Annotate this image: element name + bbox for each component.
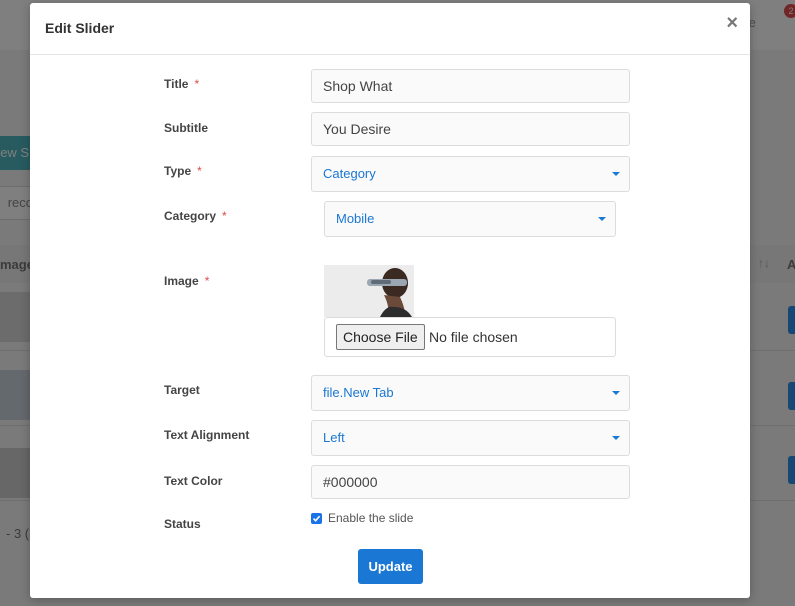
subtitle-label-text: Subtitle [164, 121, 208, 135]
slider-image-preview [324, 265, 414, 317]
chevron-down-icon [612, 391, 620, 395]
text-alignment-label-text: Text Alignment [164, 428, 250, 442]
subtitle-label: Subtitle [164, 121, 208, 135]
required-marker: * [194, 77, 200, 91]
status-label: Status [164, 517, 201, 531]
subtitle-input[interactable] [311, 112, 630, 146]
target-select[interactable]: file.New Tab [311, 375, 630, 411]
required-marker: * [204, 274, 210, 288]
title-label: Title * [164, 77, 199, 91]
text-color-label: Text Color [164, 474, 222, 488]
required-marker: * [222, 209, 227, 223]
type-select[interactable]: Category [311, 156, 630, 192]
category-label-text: Category [164, 209, 217, 223]
check-icon [312, 515, 321, 522]
enable-slide-checkbox[interactable] [311, 513, 322, 524]
image-label: Image * [164, 274, 209, 288]
category-select-value: Mobile [336, 211, 375, 226]
type-select-value: Category [323, 166, 376, 181]
text-alignment-label: Text Alignment [164, 428, 249, 442]
required-marker: * [197, 164, 202, 178]
category-label: Category * [164, 209, 227, 223]
target-label: Target [164, 383, 200, 397]
chevron-down-icon [612, 436, 620, 440]
target-label-text: Target [164, 383, 200, 397]
type-label-text: Type [164, 164, 192, 178]
text-color-label-text: Text Color [164, 474, 223, 488]
close-icon[interactable]: × [726, 13, 738, 33]
image-label-text: Image [164, 274, 199, 288]
modal-header: Edit Slider × [30, 3, 750, 55]
title-input[interactable] [311, 69, 630, 103]
chevron-down-icon [598, 217, 606, 221]
enable-slide-label[interactable]: Enable the slide [328, 511, 413, 525]
title-label-text: Title [164, 77, 189, 91]
type-label: Type * [164, 164, 202, 178]
slider-image-thumbnail [324, 265, 414, 317]
text-alignment-select[interactable]: Left [311, 420, 630, 456]
choose-file-button[interactable]: Choose File [336, 324, 425, 350]
image-file-input[interactable]: Choose File No file chosen [324, 317, 616, 357]
text-alignment-select-value: Left [323, 430, 345, 445]
category-select[interactable]: Mobile [324, 201, 616, 237]
file-status-text: No file chosen [429, 329, 518, 345]
target-select-value: file.New Tab [323, 385, 394, 400]
status-label-text: Status [164, 517, 201, 531]
update-button[interactable]: Update [358, 549, 423, 584]
chevron-down-icon [612, 172, 620, 176]
edit-slider-modal: Edit Slider × Title * Subtitle Type * Cate… [30, 3, 750, 598]
modal-title: Edit Slider [45, 20, 115, 36]
text-color-input[interactable] [311, 465, 630, 499]
